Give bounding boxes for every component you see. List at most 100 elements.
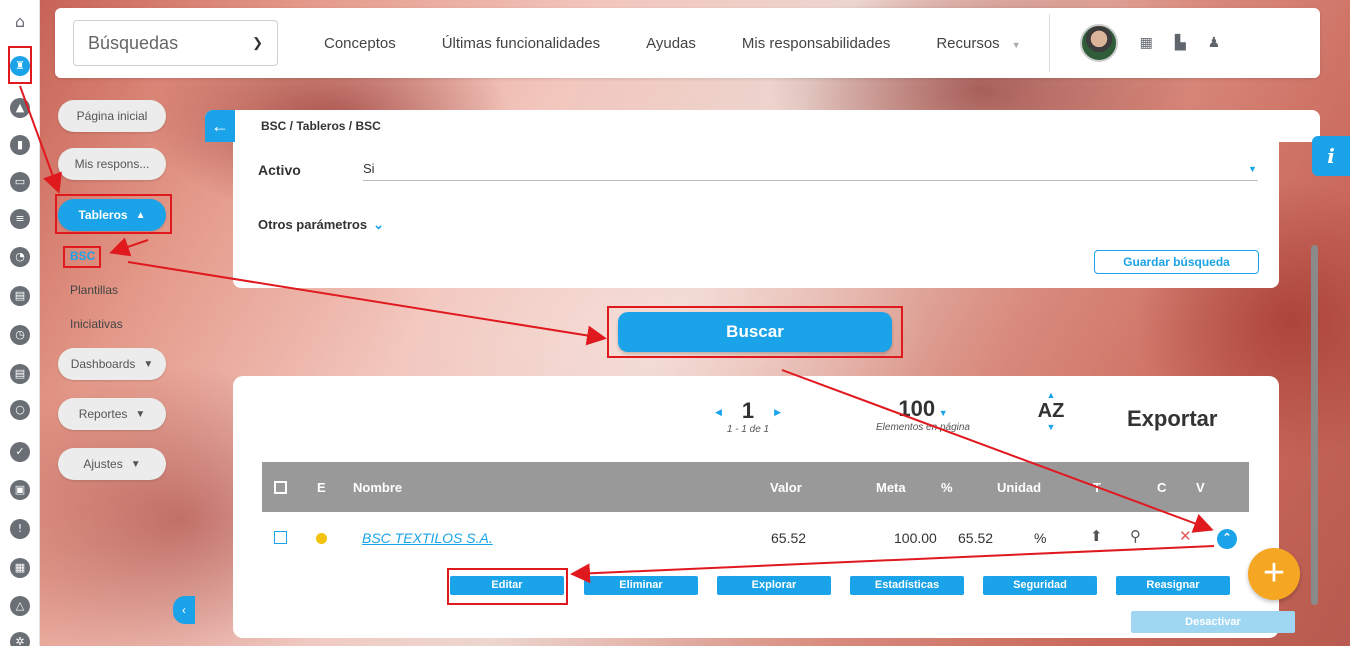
secondary-menu: Página inicial Mis respons... Tableros ▲ … [40, 80, 180, 646]
col-nombre[interactable]: Nombre [353, 480, 402, 495]
explorar-button[interactable]: Explorar [717, 576, 831, 595]
menu-sub-bsc[interactable]: BSC [70, 249, 95, 263]
home-icon[interactable]: ⌂ [10, 12, 30, 32]
menu-reportes[interactable]: Reportes ▼ [58, 398, 166, 430]
pyramid-icon[interactable]: ▲ [10, 98, 30, 118]
divider [1048, 14, 1050, 72]
prev-page-icon[interactable]: ◀ [715, 407, 722, 418]
menu-dashboards[interactable]: Dashboards ▼ [58, 348, 166, 380]
col-meta[interactable]: Meta [876, 480, 906, 495]
sort-toggle[interactable]: ▲ AZ ▼ [1033, 390, 1069, 432]
menu-label: Dashboards [70, 357, 136, 371]
list-filter-icon[interactable]: ≡ [10, 209, 30, 229]
menu-sub-plantillas[interactable]: Plantillas [70, 283, 118, 297]
nav-recursos[interactable]: Recursos ▼ [936, 35, 1020, 52]
col-valor[interactable]: Valor [770, 480, 802, 495]
arrow-up-icon: ⬆ [1090, 527, 1103, 545]
menu-mis-responsabilidades[interactable]: Mis respons... [58, 148, 166, 180]
col-pct[interactable]: % [941, 480, 953, 495]
check-icon[interactable]: ✓ [10, 442, 30, 462]
scrollbar-thumb[interactable] [1311, 245, 1318, 605]
page-range: 1 - 1 de 1 [726, 424, 770, 435]
nav-ultimas-funcionalidades[interactable]: Últimas funcionalidades [442, 35, 600, 52]
tower-icon[interactable]: ♜ [10, 56, 30, 76]
nav-ayudas[interactable]: Ayudas [646, 35, 696, 52]
avatar[interactable] [1079, 24, 1118, 62]
col-v: V [1196, 479, 1205, 495]
pagination: ◀ 1 ▶ 1 - 1 de 1 [713, 398, 783, 435]
buscar-button[interactable]: Buscar [618, 312, 892, 352]
gear-icon[interactable]: ✲ [10, 632, 30, 646]
info-icon[interactable]: i [1312, 136, 1350, 176]
collapse-menu-button[interactable]: ‹ [173, 596, 195, 624]
page-number: 1 [741, 398, 755, 423]
col-unidad[interactable]: Unidad [997, 480, 1041, 495]
eliminar-button[interactable]: Eliminar [584, 576, 698, 595]
guardar-busqueda-button[interactable]: Guardar búsqueda [1094, 250, 1259, 274]
menu-sub-iniciativas[interactable]: Iniciativas [70, 317, 123, 331]
reasignar-button[interactable]: Reasignar [1116, 576, 1230, 595]
calendar-icon[interactable]: ▦ [10, 558, 30, 578]
sort-down-icon[interactable]: ▼ [1033, 422, 1069, 432]
row-nombre-link[interactable]: BSC TEXTILOS S.A. [362, 530, 493, 546]
sort-label: AZ [1037, 400, 1065, 422]
pie-chart-icon[interactable]: ◔ [10, 247, 30, 267]
col-e: E [317, 479, 326, 495]
estadisticas-button[interactable]: Estadísticas [850, 576, 964, 595]
per-page-label: Elementos en página [876, 422, 970, 433]
document-icon[interactable]: ▤ [10, 364, 30, 384]
filter-panel: Activo Si ▼ Otros parámetros ⌄ Guardar bú… [233, 142, 1279, 288]
map-icon[interactable]: ▤ [10, 286, 30, 306]
network-icon[interactable]: △ [10, 596, 30, 616]
per-page-value: 100 [898, 396, 936, 421]
top-bar: Búsquedas ❯ Conceptos Últimas funcionali… [55, 8, 1320, 78]
next-page-icon[interactable]: ▶ [774, 407, 781, 418]
menu-label: Mis respons... [74, 157, 150, 171]
add-fab-button[interactable]: + [1248, 548, 1300, 600]
seguridad-button[interactable]: Seguridad [983, 576, 1097, 595]
expand-row-icon[interactable]: ⌃ [1217, 529, 1237, 549]
menu-label: Reportes [78, 407, 128, 421]
editar-button[interactable]: Editar [450, 576, 564, 595]
caret-down-icon: ▼ [1011, 39, 1021, 50]
bar-chart-icon[interactable]: ▮ [10, 135, 30, 155]
exportar-button[interactable]: Exportar [1127, 406, 1217, 432]
dropdown-arrow-icon[interactable]: ▼ [1248, 164, 1257, 174]
calendar-icon[interactable]: ▦ [1140, 35, 1153, 51]
select-all-checkbox[interactable] [274, 480, 287, 494]
nav-recursos-label: Recursos [936, 34, 1000, 52]
breadcrumb-bar: ← BSC / Tableros / BSC [205, 110, 1320, 142]
menu-tableros[interactable]: Tableros ▲ [58, 199, 166, 231]
per-page-select[interactable]: 100 ▼ Elementos en página [858, 396, 988, 433]
scrollbar[interactable] [1308, 110, 1320, 646]
warning-icon[interactable]: ! [10, 519, 30, 539]
presentation-icon[interactable]: ▭ [10, 172, 30, 192]
magnifier-icon[interactable]: ⚲ [1130, 527, 1141, 545]
desactivar-button[interactable]: Desactivar [1131, 611, 1295, 633]
nav-conceptos[interactable]: Conceptos [324, 35, 396, 52]
row-valor: 65.52 [771, 530, 807, 546]
row-meta: 100.00 [894, 530, 937, 546]
row-checkbox[interactable] [274, 531, 287, 544]
menu-pagina-inicial[interactable]: Página inicial [58, 100, 166, 132]
back-arrow-icon[interactable]: ← [205, 110, 235, 142]
clock-icon[interactable]: ◷ [10, 325, 30, 345]
search-select-value: Búsquedas [88, 32, 179, 53]
bell-icon[interactable]: ♟ [1208, 35, 1221, 51]
close-icon[interactable]: ✕ [1179, 527, 1192, 545]
map-icon[interactable]: ▙ [1175, 35, 1186, 51]
cycle-icon[interactable]: ○ [10, 400, 30, 420]
row-unidad: % [1034, 530, 1047, 546]
nav-mis-responsabilidades[interactable]: Mis responsabilidades [742, 35, 890, 52]
status-dot [316, 533, 327, 544]
table-header: E Nombre Valor Meta % Unidad T C V [262, 462, 1249, 512]
table-row: BSC TEXTILOS S.A. 65.52 100.00 65.52 % ⬆… [262, 512, 1249, 562]
activo-select[interactable]: Si [363, 161, 375, 176]
menu-ajustes[interactable]: Ajustes ▼ [58, 448, 166, 480]
otros-parametros-toggle[interactable]: Otros parámetros ⌄ [258, 217, 384, 233]
row-actions: Editar Eliminar Explorar Estadísticas Se… [262, 562, 1249, 602]
sort-up-icon[interactable]: ▲ [1033, 390, 1069, 400]
col-t: T [1093, 479, 1101, 495]
search-select[interactable]: Búsquedas ❯ [73, 20, 278, 66]
briefcase-icon[interactable]: ▣ [10, 480, 30, 500]
